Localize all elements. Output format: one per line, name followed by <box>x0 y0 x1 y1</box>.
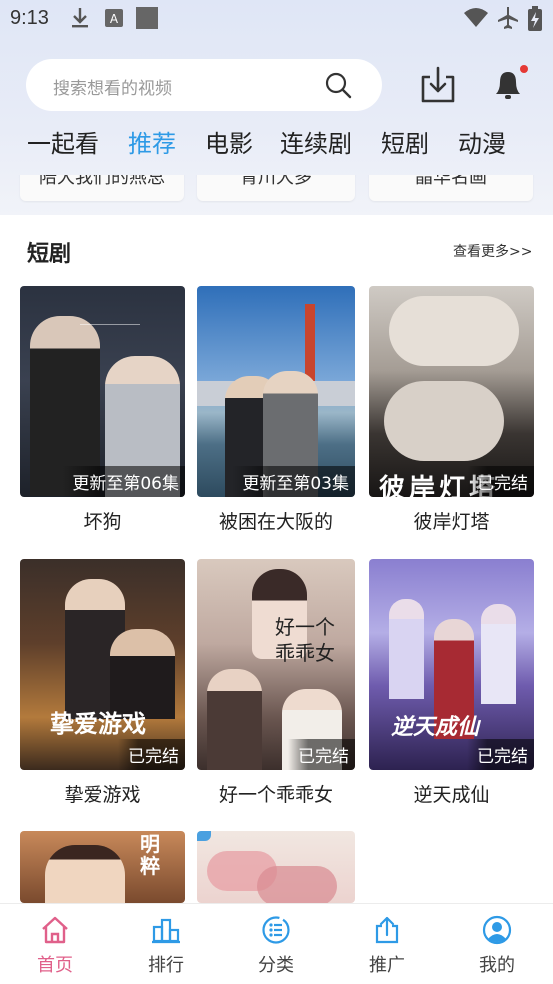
poster-logo: 挚爱游戏 <box>50 710 146 738</box>
poster-image <box>197 831 355 903</box>
nav-home[interactable]: 首页 <box>0 904 110 984</box>
svg-text:A: A <box>110 12 119 26</box>
poster-image: 明粹 <box>20 831 185 903</box>
card-title: 好一个乖乖女 <box>218 784 333 806</box>
poster-image: 更新至第06集 <box>20 286 185 497</box>
download-status-icon <box>72 8 88 28</box>
episode-badge: 已完结 <box>118 739 185 770</box>
tab-together[interactable]: 一起看 <box>27 124 99 159</box>
category-icon <box>262 916 290 944</box>
nav-ranking[interactable]: 排行 <box>111 904 221 984</box>
card-title: 挚爱游戏 <box>64 784 141 806</box>
nav-label: 分类 <box>258 955 294 976</box>
episode-badge: 已完结 <box>467 466 534 497</box>
poster-image: 好一个乖乖女 已完结 <box>197 559 355 770</box>
profile-icon <box>482 915 512 945</box>
drama-card[interactable]: 明粹 <box>20 831 185 903</box>
bottom-navigation: 首页 排行 分类 推广 我的 <box>0 903 553 984</box>
see-more-link[interactable]: 查看更多>> <box>453 241 532 261</box>
poster-image: 更新至第03集 <box>197 286 355 497</box>
keyboard-status-icon: A <box>105 9 123 27</box>
drama-card[interactable]: 好一个乖乖女 已完结 好一个乖乖女 <box>197 559 355 807</box>
nav-profile[interactable]: 我的 <box>442 904 552 984</box>
poster-image: 挚爱游戏 已完结 <box>20 559 185 770</box>
status-bar: 9:13 A <box>0 0 553 40</box>
episode-badge: 已完结 <box>288 739 355 770</box>
drama-card[interactable]: 更新至第03集 被困在大阪的 <box>197 286 355 534</box>
nav-promote[interactable]: 推广 <box>332 904 442 984</box>
notification-bell-icon[interactable] <box>490 64 530 106</box>
nav-label: 首页 <box>37 955 73 976</box>
wifi-icon <box>464 8 488 27</box>
drama-card[interactable]: 更新至第06集 坏狗 <box>20 286 185 534</box>
airplane-icon <box>498 7 518 29</box>
prev-card[interactable]: 陪大我们的燕总 <box>20 175 184 201</box>
episode-badge: 已完结 <box>467 739 534 770</box>
status-time: 9:13 <box>10 7 49 29</box>
card-title: 坏狗 <box>83 511 122 533</box>
tab-short-drama[interactable]: 短剧 <box>381 124 429 159</box>
episode-badge: 更新至第06集 <box>62 466 185 497</box>
poster-logo: 好一个乖乖女 <box>275 615 335 665</box>
poster-image: 彼岸灯塔 已完结 <box>369 286 534 497</box>
tab-recommend[interactable]: 推荐 <box>128 124 176 159</box>
share-icon <box>375 916 399 944</box>
card-title: 彼岸灯塔 <box>413 511 490 533</box>
battery-charging-icon <box>528 6 542 31</box>
notification-dot <box>520 65 528 73</box>
poster-logo: 逆天成仙 <box>391 715 480 740</box>
section-title: 短剧 <box>27 242 72 267</box>
tab-anime[interactable]: 动漫 <box>458 124 506 159</box>
download-icon[interactable] <box>417 64 459 106</box>
ranking-icon <box>152 918 180 944</box>
episode-badge: 更新至第03集 <box>232 466 355 497</box>
nav-category[interactable]: 分类 <box>221 904 331 984</box>
drama-card[interactable]: 挚爱游戏 已完结 挚爱游戏 <box>20 559 185 807</box>
square-status-icon <box>136 7 158 29</box>
search-icon[interactable] <box>324 71 352 99</box>
home-icon <box>42 916 68 944</box>
card-title: 被困在大阪的 <box>218 511 333 533</box>
drama-card[interactable]: 彼岸灯塔 已完结 彼岸灯塔 <box>369 286 534 534</box>
poster-logo: 明粹 <box>140 832 160 878</box>
search-placeholder: 搜索想看的视频 <box>53 79 172 99</box>
poster-image: 逆天成仙 已完结 <box>369 559 534 770</box>
nav-label: 推广 <box>369 955 405 976</box>
drama-card[interactable] <box>197 831 355 903</box>
prev-card[interactable]: 青川大多 <box>197 175 355 201</box>
nav-label: 我的 <box>479 955 515 976</box>
drama-card[interactable]: 逆天成仙 已完结 逆天成仙 <box>369 559 534 807</box>
category-tabs: 一起看 推荐 电影 连续剧 短剧 动漫 <box>0 124 553 164</box>
tab-series[interactable]: 连续剧 <box>280 124 352 159</box>
prev-card[interactable]: 晶华名画 <box>369 175 533 201</box>
card-title: 逆天成仙 <box>413 784 490 806</box>
search-bar[interactable]: 搜索想看的视频 <box>26 59 382 111</box>
previous-row-cards: 陪大我们的燕总 青川大多 晶华名画 <box>0 175 553 203</box>
tab-movies[interactable]: 电影 <box>205 124 253 159</box>
nav-label: 排行 <box>148 955 184 976</box>
